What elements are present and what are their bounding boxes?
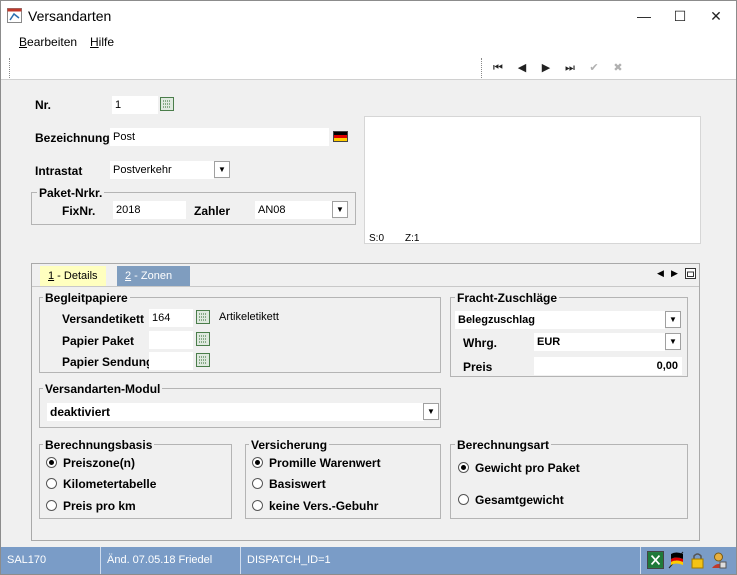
versandarten-modul-title: Versandarten-Modul bbox=[43, 382, 163, 396]
zahler-label: Zahler bbox=[194, 204, 231, 218]
versandetikett-label: Versandetikett bbox=[62, 312, 145, 326]
radio-preiszonen[interactable] bbox=[46, 457, 57, 468]
papier-sendung-lookup-icon[interactable] bbox=[196, 353, 210, 367]
radio-gewicht-pro-paket[interactable] bbox=[458, 462, 469, 473]
notes-memo[interactable] bbox=[364, 116, 701, 244]
versandetikett-description: Artikeletikett bbox=[219, 311, 279, 323]
radio-basiswert[interactable] bbox=[252, 478, 263, 489]
nr-field[interactable]: 1 bbox=[112, 96, 158, 114]
tab-undock-icon[interactable] bbox=[685, 268, 696, 279]
status-changed: Änd. 07.05.18 Friedel bbox=[101, 547, 241, 574]
zuschlag-dropdown-icon[interactable]: ▼ bbox=[665, 311, 681, 328]
radio-promille-warenwert[interactable] bbox=[252, 457, 263, 468]
tab-scroll-left-icon[interactable]: ◀ bbox=[657, 268, 664, 279]
close-button[interactable]: ✕ bbox=[698, 1, 734, 31]
radio-kilometertabelle[interactable] bbox=[46, 478, 57, 489]
radio-gewicht-pro-paket-label: Gewicht pro Paket bbox=[475, 461, 580, 475]
maximize-button[interactable]: ☐ bbox=[662, 1, 698, 31]
bezeichnung-label: Bezeichnung bbox=[35, 131, 110, 145]
intrastat-dropdown-icon[interactable]: ▼ bbox=[214, 161, 230, 178]
paket-nrkr-title: Paket-Nrkr. bbox=[37, 186, 105, 200]
nr-label: Nr. bbox=[35, 98, 52, 112]
cancel-button[interactable]: ✖ bbox=[609, 59, 627, 77]
modul-select[interactable]: deaktiviert bbox=[47, 403, 424, 421]
berechnungsart-group bbox=[450, 444, 688, 519]
radio-keine-vers-gebuhr-label: keine Vers.-Gebuhr bbox=[269, 499, 379, 513]
radio-preiszonen-label: Preiszone(n) bbox=[63, 456, 136, 470]
radio-promille-warenwert-label: Promille Warenwert bbox=[269, 456, 381, 470]
preis-label: Preis bbox=[463, 360, 493, 374]
toolbar-grip[interactable] bbox=[9, 58, 11, 78]
window: Versandarten — ☐ ✕ Bearbeiten Hilfe ⏮ ◀ … bbox=[0, 0, 737, 575]
excel-export-icon[interactable] bbox=[647, 551, 664, 569]
zahler-dropdown-icon[interactable]: ▼ bbox=[332, 201, 348, 218]
tab-details[interactable]: 1 - Details bbox=[40, 266, 106, 286]
modul-dropdown-icon[interactable]: ▼ bbox=[423, 403, 439, 420]
intrastat-select[interactable]: Postverkehr bbox=[110, 161, 214, 179]
versandetikett-lookup-icon[interactable] bbox=[196, 310, 210, 324]
papier-paket-field[interactable] bbox=[149, 331, 193, 349]
title-bar: Versandarten — ☐ ✕ bbox=[1, 1, 736, 31]
lock-icon[interactable] bbox=[689, 551, 706, 569]
zuschlag-select[interactable]: Belegzuschlag bbox=[455, 311, 665, 329]
radio-gesamtgewicht-label: Gesamtgewicht bbox=[475, 493, 564, 507]
bezeichnung-field[interactable]: Post bbox=[110, 128, 329, 146]
papier-sendung-field[interactable] bbox=[149, 352, 193, 370]
lookup-icon[interactable] bbox=[160, 97, 174, 111]
german-flag-icon[interactable] bbox=[333, 131, 348, 142]
radio-basiswert-label: Basiswert bbox=[269, 477, 326, 491]
preis-field[interactable]: 0,00 bbox=[534, 357, 682, 375]
radio-preis-pro-km[interactable] bbox=[46, 500, 57, 511]
fixnr-field[interactable]: 2018 bbox=[113, 201, 186, 219]
prev-record-button[interactable]: ◀ bbox=[513, 59, 531, 77]
status-module: SAL170 bbox=[1, 547, 101, 574]
fracht-zuschlaege-title: Fracht-Zuschläge bbox=[455, 291, 560, 305]
menu-bar: Bearbeiten Hilfe bbox=[1, 31, 736, 55]
minimize-button[interactable]: — bbox=[626, 1, 662, 31]
radio-gesamtgewicht[interactable] bbox=[458, 494, 469, 505]
fixnr-label: FixNr. bbox=[62, 204, 96, 218]
berechnungsbasis-title: Berechnungsbasis bbox=[43, 438, 155, 452]
status-record: DISPATCH_ID=1 bbox=[241, 547, 641, 574]
next-record-button[interactable]: ▶ bbox=[537, 59, 555, 77]
memo-status-z: Z:1 bbox=[405, 233, 420, 244]
versandetikett-field[interactable]: 164 bbox=[149, 309, 193, 327]
whrg-label: Whrg. bbox=[463, 336, 497, 350]
tab-zonen[interactable]: 2 - Zonen bbox=[117, 266, 190, 286]
papier-paket-label: Papier Paket bbox=[62, 334, 135, 348]
papier-sendung-label: Papier Sendung bbox=[62, 355, 154, 369]
radio-keine-vers-gebuhr[interactable] bbox=[252, 500, 263, 511]
memo-status-s: S:0 bbox=[369, 233, 385, 244]
status-bar: SAL170 Änd. 07.05.18 Friedel DISPATCH_ID… bbox=[1, 547, 736, 574]
versicherung-title: Versicherung bbox=[249, 438, 330, 452]
whrg-select[interactable]: EUR bbox=[534, 333, 665, 351]
radio-kilometertabelle-label: Kilometertabelle bbox=[63, 477, 157, 491]
whrg-dropdown-icon[interactable]: ▼ bbox=[665, 333, 681, 350]
window-title: Versandarten bbox=[28, 8, 112, 24]
language-flag-icon[interactable] bbox=[668, 551, 685, 569]
berechnungsart-title: Berechnungsart bbox=[455, 438, 552, 452]
zahler-select[interactable]: AN08 bbox=[255, 201, 332, 219]
user-icon[interactable] bbox=[710, 551, 727, 569]
intrastat-label: Intrastat bbox=[35, 164, 83, 178]
toolbar-separator bbox=[481, 58, 483, 78]
menu-hilfe[interactable]: Hilfe bbox=[90, 35, 114, 49]
papier-paket-lookup-icon[interactable] bbox=[196, 332, 210, 346]
first-record-button[interactable]: ⏮ bbox=[489, 59, 507, 77]
last-record-button[interactable]: ⏭ bbox=[561, 59, 579, 77]
radio-preis-pro-km-label: Preis pro km bbox=[63, 499, 136, 513]
menu-bearbeiten[interactable]: Bearbeiten bbox=[19, 35, 77, 49]
begleitpapiere-title: Begleitpapiere bbox=[43, 291, 130, 305]
ok-button[interactable]: ✔ bbox=[585, 59, 603, 77]
app-icon bbox=[7, 8, 22, 23]
tab-scroll-right-icon[interactable]: ▶ bbox=[671, 268, 678, 279]
